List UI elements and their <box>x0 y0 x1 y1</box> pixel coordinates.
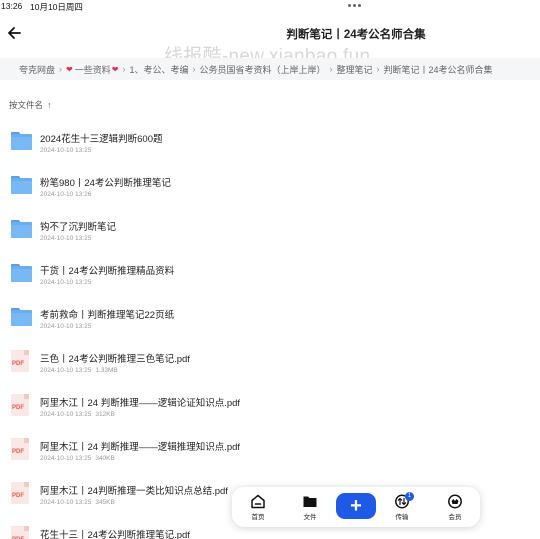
folder-row[interactable]: 钩不了沉判断笔记 2024-10-10 13:25 <box>0 206 540 246</box>
breadcrumb-label: 公务员国省考资料（上岸上岸） <box>199 64 326 75</box>
breadcrumb-item-civil-service[interactable]: 公务员国省考资料（上岸上岸） <box>199 63 325 76</box>
file-name: 三色丨24考公判断推理三色笔记.pdf <box>40 354 190 365</box>
tab-member-label: 会员 <box>448 514 462 521</box>
add-button[interactable]: + <box>336 493 376 519</box>
folder-row[interactable]: 考前救命丨判断推理笔记22页纸 2024-10-10 13:25 <box>0 294 540 334</box>
file-date: 2024-10-10 13:25 <box>40 147 92 154</box>
file-meta: 2024-10-10 13:25 <box>40 279 91 286</box>
tab-transfer-label: 传输 <box>395 514 409 521</box>
file-meta: 2024-10-10 13:25 345KB <box>40 499 115 506</box>
tab-transfer[interactable]: 1 传输 <box>387 492 417 524</box>
file-name: 干货丨24考公判断推理精品资料 <box>40 266 175 277</box>
tab-home[interactable]: 首页 <box>243 494 273 524</box>
breadcrumb-separator: › <box>59 64 63 74</box>
file-date: 2024-10-10 13:25 <box>40 455 92 462</box>
file-meta: 2024-10-10 13:25 <box>40 235 91 242</box>
pdf-file-icon: PDF <box>11 526 32 539</box>
multitasking-dots-icon[interactable] <box>348 4 361 7</box>
breadcrumb-label: 判断笔记丨24考公名师合集 <box>383 64 493 75</box>
pdf-label: PDF <box>12 361 24 367</box>
file-name: 钩不了沉判断笔记 <box>40 222 117 233</box>
file-date: 2024-10-10 13:25 <box>40 279 92 286</box>
breadcrumb-item-current[interactable]: 判断笔记丨24考公名师合集 <box>383 63 492 76</box>
folder-icon <box>11 220 32 240</box>
file-size: 312KB <box>95 411 115 418</box>
file-meta: 2024-10-10 13:26 <box>40 191 91 198</box>
plus-icon: + <box>350 495 362 517</box>
sort-label: 按文件名 <box>9 100 44 110</box>
pdf-label: PDF <box>12 405 24 411</box>
tab-files-label: 文件 <box>303 514 317 521</box>
member-icon <box>448 494 462 509</box>
file-date: 2024-10-10 13:25 <box>40 499 92 506</box>
folder-row[interactable]: 粉笔980丨24考公判断推理笔记 2024-10-10 13:26 <box>0 162 540 202</box>
folder-icon <box>11 308 32 328</box>
heart-icon: ❤ <box>66 64 73 74</box>
file-date: 2024-10-10 13:25 <box>40 367 92 374</box>
file-meta: 2024-10-10 13:25 <box>40 147 91 154</box>
file-name: 2024花生十三逻辑判断600题 <box>40 134 163 145</box>
breadcrumb-item-resources[interactable]: ❤ 一些资料 ❤ <box>66 63 118 76</box>
pdf-file-icon: PDF <box>11 394 32 416</box>
status-time: 13:26 <box>1 1 23 11</box>
breadcrumb-label: 一些资料 <box>74 64 111 75</box>
file-meta: 2024-10-10 13:25 312KB <box>40 411 115 418</box>
file-name: 阿里木江丨24 判断推理——逻辑论证知识点.pdf <box>40 398 241 409</box>
status-date: 10月10日周四 <box>30 2 83 12</box>
file-meta: 2024-10-10 13:25 340KB <box>40 455 115 462</box>
breadcrumb-item-exam[interactable]: 1、考公、考编 <box>129 63 188 76</box>
file-size: 340KB <box>95 455 115 462</box>
tab-files[interactable]: 文件 <box>295 494 325 524</box>
breadcrumb-separator: › <box>122 64 126 74</box>
breadcrumb: 夸克网盘 › ❤ 一些资料 ❤ › 1、考公、考编 › 公务员国省考资料（上岸上… <box>0 58 540 80</box>
pdf-label: PDF <box>12 449 24 455</box>
pdf-file-row[interactable]: PDF 阿里木江丨24 判断推理——逻辑推理知识点.pdf 2024-10-10 1… <box>0 426 540 466</box>
folder-icon <box>303 496 317 507</box>
breadcrumb-label: 整理笔记 <box>336 64 373 75</box>
sort-by-name-button[interactable]: 按文件名 ↑ <box>9 99 52 111</box>
file-name: 阿里木江丨24判断推理一类比知识点总结.pdf <box>40 486 228 497</box>
pdf-file-row[interactable]: PDF 阿里木江丨24 判断推理——逻辑论证知识点.pdf 2024-10-10 1… <box>0 382 540 422</box>
pdf-file-icon: PDF <box>11 350 32 372</box>
file-size: 1.33MB <box>95 367 118 374</box>
breadcrumb-separator: › <box>192 64 196 74</box>
bottom-tab-bar: 首页 文件 + 1 传输 会员 <box>232 487 480 527</box>
file-meta: 2024-10-10 13:25 1.33MB <box>40 367 118 374</box>
folder-icon <box>11 132 32 152</box>
pdf-label: PDF <box>12 493 24 499</box>
folder-row[interactable]: 干货丨24考公判断推理精品资料 2024-10-10 13:25 <box>0 250 540 290</box>
breadcrumb-separator: › <box>376 64 380 74</box>
file-name: 粉笔980丨24考公判断推理笔记 <box>40 178 171 189</box>
file-size: 345KB <box>95 499 115 506</box>
file-date: 2024-10-10 13:26 <box>40 191 92 198</box>
file-name: 花生十三丨24考公判断推理笔记.pdf <box>40 530 190 539</box>
file-meta: 2024-10-10 13:25 <box>40 323 91 330</box>
home-icon <box>251 494 265 509</box>
sort-up-arrow-icon: ↑ <box>47 100 52 110</box>
pdf-file-icon: PDF <box>11 482 32 504</box>
breadcrumb-item-quark[interactable]: 夸克网盘 <box>19 63 55 76</box>
tab-home-label: 首页 <box>251 514 265 521</box>
folder-icon <box>11 264 32 284</box>
status-bar: 13:26 10月10日周四 <box>0 0 540 14</box>
breadcrumb-label: 夸克网盘 <box>19 64 56 75</box>
pdf-file-row[interactable]: PDF 三色丨24考公判断推理三色笔记.pdf 2024-10-10 13:25 1.… <box>0 338 540 378</box>
breadcrumb-item-notes[interactable]: 整理笔记 <box>336 63 372 76</box>
transfer-badge: 1 <box>405 492 414 501</box>
breadcrumb-label: 1、考公、考编 <box>129 64 189 75</box>
folder-icon <box>11 176 32 196</box>
pdf-file-icon: PDF <box>11 438 32 460</box>
file-date: 2024-10-10 13:25 <box>40 411 92 418</box>
tab-member[interactable]: 会员 <box>440 494 470 524</box>
breadcrumb-separator: › <box>329 64 333 74</box>
file-name: 考前救命丨判断推理笔记22页纸 <box>40 310 175 321</box>
folder-row[interactable]: 2024花生十三逻辑判断600题 2024-10-10 13:25 <box>0 118 540 158</box>
page-title: 判断笔记丨24考公名师合集 <box>286 29 426 41</box>
file-date: 2024-10-10 13:25 <box>40 323 92 330</box>
file-date: 2024-10-10 13:25 <box>40 235 92 242</box>
heart-icon: ❤ <box>111 64 119 74</box>
file-name: 阿里木江丨24 判断推理——逻辑推理知识点.pdf <box>40 442 241 453</box>
